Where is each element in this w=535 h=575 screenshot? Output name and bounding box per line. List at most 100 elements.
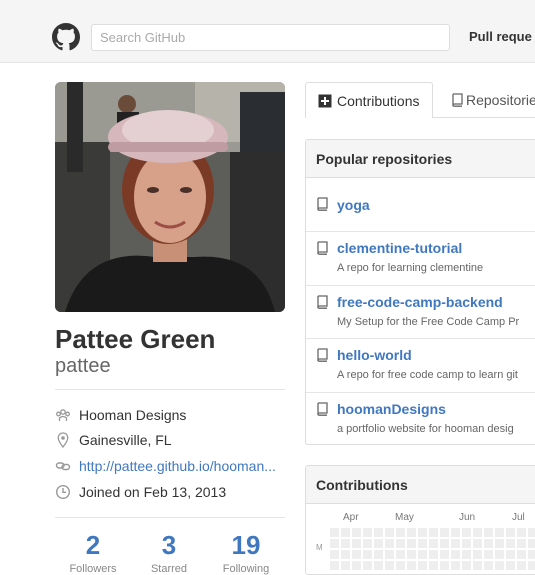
repo-name[interactable]: hoomanDesigns: [337, 401, 446, 417]
contribution-day-cell[interactable]: [528, 561, 535, 570]
contribution-day-cell[interactable]: [440, 561, 449, 570]
contribution-day-cell[interactable]: [374, 550, 383, 559]
contribution-day-cell[interactable]: [418, 550, 427, 559]
contribution-day-cell[interactable]: [440, 550, 449, 559]
contribution-day-cell[interactable]: [495, 539, 504, 548]
contribution-day-cell[interactable]: [506, 528, 515, 537]
contribution-day-cell[interactable]: [517, 528, 526, 537]
contribution-day-cell[interactable]: [440, 539, 449, 548]
contribution-day-cell[interactable]: [451, 528, 460, 537]
contribution-day-cell[interactable]: [330, 561, 339, 570]
contribution-day-cell[interactable]: [385, 561, 394, 570]
contribution-day-cell[interactable]: [495, 561, 504, 570]
repo-item[interactable]: clementine-tutorial A repo for learning …: [306, 231, 535, 285]
contribution-day-cell[interactable]: [396, 539, 405, 548]
contribution-day-cell[interactable]: [341, 550, 350, 559]
contribution-day-cell[interactable]: [374, 539, 383, 548]
contribution-day-cell[interactable]: [374, 528, 383, 537]
contribution-day-cell[interactable]: [462, 550, 471, 559]
profile-full-name: Pattee Green: [55, 324, 216, 354]
repo-name[interactable]: hello-world: [337, 347, 412, 363]
contribution-day-cell[interactable]: [396, 561, 405, 570]
contribution-day-cell[interactable]: [407, 539, 416, 548]
contribution-day-cell[interactable]: [363, 550, 372, 559]
github-logo-icon[interactable]: [52, 23, 80, 51]
contribution-day-cell[interactable]: [517, 550, 526, 559]
repo-name[interactable]: clementine-tutorial: [337, 240, 462, 256]
contribution-day-cell[interactable]: [484, 539, 493, 548]
contribution-day-cell[interactable]: [385, 539, 394, 548]
contribution-day-cell[interactable]: [495, 550, 504, 559]
contribution-day-cell[interactable]: [385, 528, 394, 537]
contribution-day-cell[interactable]: [429, 561, 438, 570]
contribution-day-cell[interactable]: [506, 561, 515, 570]
contribution-day-cell[interactable]: [517, 539, 526, 548]
contribution-day-cell[interactable]: [429, 550, 438, 559]
contribution-day-cell[interactable]: [330, 528, 339, 537]
contribution-day-cell[interactable]: [517, 561, 526, 570]
contribution-day-cell[interactable]: [473, 528, 482, 537]
contribution-day-cell[interactable]: [473, 539, 482, 548]
contribution-day-cell[interactable]: [407, 528, 416, 537]
divider: [55, 389, 285, 390]
contribution-day-cell[interactable]: [407, 561, 416, 570]
contribution-day-cell[interactable]: [528, 528, 535, 537]
contribution-day-cell[interactable]: [352, 550, 361, 559]
contribution-day-cell[interactable]: [330, 550, 339, 559]
contribution-day-cell[interactable]: [363, 528, 372, 537]
contribution-day-cell[interactable]: [418, 528, 427, 537]
contribution-day-cell[interactable]: [363, 539, 372, 548]
contribution-day-cell[interactable]: [341, 528, 350, 537]
repo-name[interactable]: free-code-camp-backend: [337, 294, 503, 310]
repo-description: A repo for learning clementine: [337, 262, 484, 274]
contribution-day-cell[interactable]: [330, 539, 339, 548]
contribution-day-cell[interactable]: [462, 561, 471, 570]
contribution-day-cell[interactable]: [462, 539, 471, 548]
contribution-day-cell[interactable]: [429, 539, 438, 548]
contribution-day-cell[interactable]: [473, 550, 482, 559]
contribution-day-cell[interactable]: [352, 561, 361, 570]
stat-starred[interactable]: 3 Starred: [134, 530, 204, 575]
contribution-day-cell[interactable]: [484, 528, 493, 537]
website-link[interactable]: http://pattee.github.io/hooman...: [79, 458, 285, 474]
contribution-day-cell[interactable]: [407, 550, 416, 559]
contribution-day-cell[interactable]: [528, 539, 535, 548]
stat-following[interactable]: 19 Following: [211, 530, 281, 575]
contribution-day-cell[interactable]: [396, 528, 405, 537]
contribution-day-cell[interactable]: [418, 561, 427, 570]
repo-item[interactable]: yoga: [306, 178, 535, 231]
contribution-day-cell[interactable]: [451, 561, 460, 570]
stat-followers[interactable]: 2 Followers: [58, 530, 128, 575]
contribution-day-cell[interactable]: [374, 561, 383, 570]
contribution-day-cell[interactable]: [352, 528, 361, 537]
contribution-day-cell[interactable]: [506, 539, 515, 548]
search-input[interactable]: [91, 24, 450, 51]
profile-website[interactable]: http://pattee.github.io/hooman...: [55, 457, 285, 477]
contribution-day-cell[interactable]: [429, 528, 438, 537]
contribution-day-cell[interactable]: [341, 561, 350, 570]
repo-name[interactable]: yoga: [337, 197, 370, 213]
repo-item[interactable]: hello-world A repo for free code camp to…: [306, 338, 535, 392]
tab-repositories[interactable]: Repositorie: [448, 82, 535, 118]
contribution-day-cell[interactable]: [418, 539, 427, 548]
contribution-day-cell[interactable]: [352, 539, 361, 548]
contribution-day-cell[interactable]: [363, 561, 372, 570]
nav-link-pull-requests[interactable]: Pull reque: [469, 29, 532, 44]
contribution-day-cell[interactable]: [484, 550, 493, 559]
contribution-day-cell[interactable]: [528, 550, 535, 559]
contribution-day-cell[interactable]: [385, 550, 394, 559]
contribution-day-cell[interactable]: [462, 528, 471, 537]
divider: [55, 517, 285, 518]
contribution-day-cell[interactable]: [341, 539, 350, 548]
contribution-day-cell[interactable]: [484, 561, 493, 570]
contribution-day-cell[interactable]: [451, 550, 460, 559]
contribution-day-cell[interactable]: [506, 550, 515, 559]
contribution-day-cell[interactable]: [440, 528, 449, 537]
repo-item[interactable]: hoomanDesigns a portfolio website for ho…: [306, 392, 535, 444]
contribution-day-cell[interactable]: [473, 561, 482, 570]
tab-contributions[interactable]: Contributions: [305, 82, 433, 118]
contribution-day-cell[interactable]: [495, 528, 504, 537]
contribution-day-cell[interactable]: [451, 539, 460, 548]
repo-item[interactable]: free-code-camp-backend My Setup for the …: [306, 285, 535, 338]
contribution-day-cell[interactable]: [396, 550, 405, 559]
